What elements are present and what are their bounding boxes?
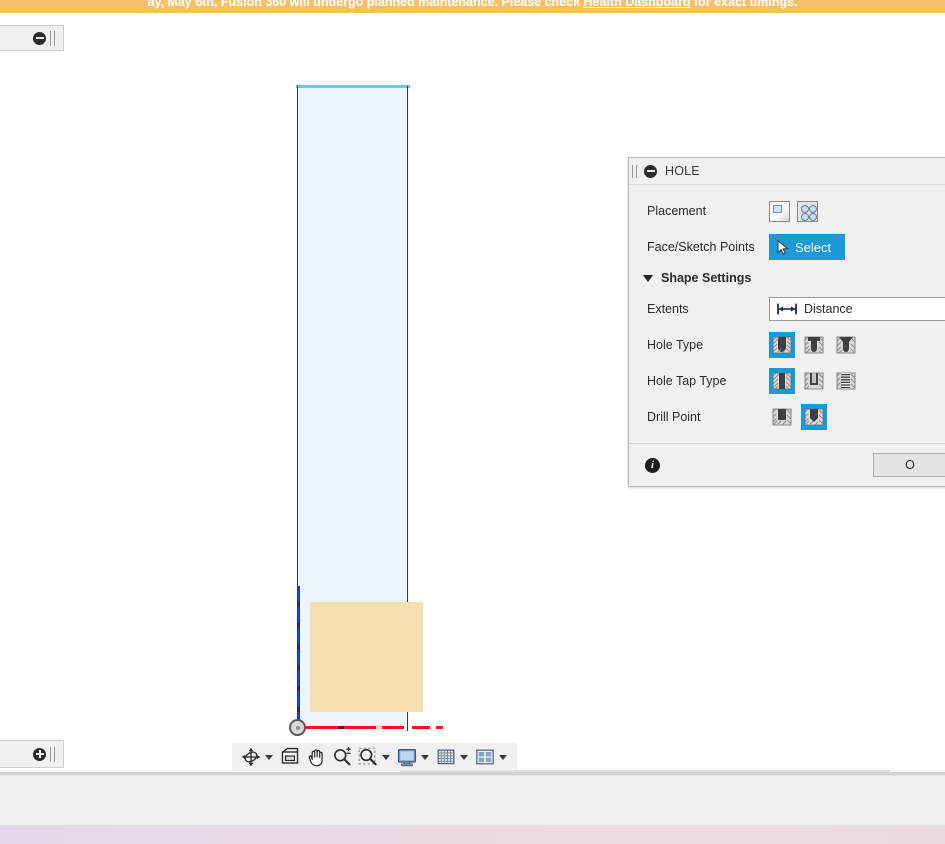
chevron-down-icon[interactable] <box>421 754 429 760</box>
extents-row: Extents Distance <box>629 291 945 327</box>
clearance-tap-icon <box>804 372 824 390</box>
shape-settings-label: Shape Settings <box>661 271 752 285</box>
look-at-icon <box>281 747 299 764</box>
collapse-circle-minus-icon[interactable] <box>644 164 657 178</box>
orbit-icon <box>242 748 260 766</box>
hole-tap-type-label: Hole Tap Type <box>647 374 727 388</box>
drag-grip-icon[interactable] <box>632 164 637 178</box>
drag-grip-icon[interactable] <box>50 30 55 46</box>
drill-point-label: Drill Point <box>647 410 701 424</box>
hole-type-label: Hole Type <box>647 338 704 352</box>
drill-point-row: Drill Point <box>629 399 945 435</box>
face-sketch-points-label: Face/Sketch Points <box>647 240 755 254</box>
hole-dialog[interactable]: HOLE Placement Face/Sketch Points Select… <box>628 157 945 487</box>
navigation-toolbar[interactable] <box>232 743 517 771</box>
browser-panel-stub-bottom[interactable] <box>0 740 64 768</box>
point-dot-icon <box>801 204 809 213</box>
look-at-tool[interactable] <box>277 745 303 769</box>
sketch-profile-region[interactable] <box>310 602 423 712</box>
select-button-label: Select <box>795 239 832 255</box>
maintenance-banner: ay, May 6th, Fusion 360 will undergo pla… <box>0 0 945 13</box>
hole-dialog-footer: i O <box>629 443 945 486</box>
cursor-arrow-icon <box>777 239 789 255</box>
tap-type-simple[interactable] <box>769 368 795 394</box>
simple-tap-icon <box>772 372 792 390</box>
grid-icon <box>437 749 455 765</box>
hole-type-countersink[interactable] <box>833 332 859 358</box>
point-dot-icon <box>809 204 817 213</box>
expand-circle-plus-icon[interactable] <box>33 747 46 761</box>
drill-point-options[interactable] <box>769 404 827 430</box>
drill-point-angle[interactable] <box>801 404 827 430</box>
collapse-circle-minus-icon[interactable] <box>33 31 46 45</box>
viewports[interactable] <box>472 745 511 769</box>
hole-type-simple[interactable] <box>769 332 795 358</box>
extents-value: Distance <box>804 302 853 316</box>
health-dashboard-link[interactable]: Health Dashboard <box>584 0 691 9</box>
chevron-down-icon[interactable] <box>643 274 653 282</box>
highlighted-top-edge[interactable] <box>296 85 410 88</box>
angled-drill-point-icon <box>804 408 824 426</box>
chevron-down-icon[interactable] <box>499 754 507 760</box>
placement-row: Placement <box>629 193 945 229</box>
distance-measure-icon <box>777 303 797 315</box>
extents-dropdown[interactable]: Distance <box>769 297 945 321</box>
chevron-down-icon[interactable] <box>382 754 390 760</box>
pan-tool[interactable] <box>303 745 329 769</box>
x-axis[interactable] <box>300 726 443 729</box>
placement-options[interactable] <box>769 200 818 222</box>
placement-single-face[interactable] <box>769 200 790 222</box>
select-button[interactable]: Select <box>769 234 845 260</box>
info-icon[interactable]: i <box>645 457 660 473</box>
point-dot-icon <box>801 212 809 221</box>
viewports-icon <box>476 749 494 765</box>
hand-pan-icon <box>308 749 323 767</box>
banner-text-after: for exact timings. <box>690 0 798 9</box>
hole-dialog-header[interactable]: HOLE <box>629 158 945 185</box>
magnifier-plus-minus-icon <box>334 747 351 766</box>
chevron-down-icon[interactable] <box>265 754 273 760</box>
zoom-window-tool[interactable] <box>355 745 394 769</box>
hole-type-row: Hole Type <box>629 327 945 363</box>
tap-type-tapped[interactable] <box>833 368 859 394</box>
zoom-tool[interactable] <box>329 745 355 769</box>
face-sketch-points-row: Face/Sketch Points Select <box>629 229 945 265</box>
hole-dialog-body: Placement Face/Sketch Points Select Shap… <box>629 185 945 437</box>
simple-hole-icon <box>772 336 792 354</box>
y-axis[interactable] <box>297 586 300 729</box>
countersink-hole-icon <box>836 336 856 354</box>
browser-panel-stub-top[interactable] <box>0 25 64 51</box>
banner-text-before: ay, May 6th, Fusion 360 will undergo pla… <box>147 0 584 9</box>
hole-tap-type-row: Hole Tap Type <box>629 363 945 399</box>
chevron-down-icon[interactable] <box>460 754 468 760</box>
bottom-panel <box>0 775 945 825</box>
flat-drill-point-icon <box>772 408 792 426</box>
display-settings[interactable] <box>394 745 433 769</box>
ok-button-label: O <box>905 458 915 472</box>
shape-settings-section[interactable]: Shape Settings <box>629 265 945 291</box>
drill-point-flat[interactable] <box>769 404 795 430</box>
tapped-hole-icon <box>836 372 856 390</box>
monitor-icon <box>397 748 417 767</box>
tap-type-clearance[interactable] <box>801 368 827 394</box>
desktop-wallpaper-strip <box>0 825 945 844</box>
extents-label: Extents <box>647 302 689 316</box>
point-dot-icon <box>809 212 817 221</box>
counterbore-hole-icon <box>804 336 824 354</box>
placement-label: Placement <box>647 204 707 218</box>
origin-point-icon[interactable] <box>289 719 306 736</box>
hole-type-options[interactable] <box>769 332 859 358</box>
magnifier-marquee-icon <box>358 747 377 766</box>
hole-type-counterbore[interactable] <box>801 332 827 358</box>
orbit-tool[interactable] <box>238 745 277 769</box>
ok-button[interactable]: O <box>873 453 945 477</box>
hole-tap-type-options[interactable] <box>769 368 859 394</box>
grid-and-snaps[interactable] <box>433 745 472 769</box>
drag-grip-icon[interactable] <box>50 746 55 762</box>
placement-multiple-points[interactable] <box>797 200 818 222</box>
hole-dialog-title: HOLE <box>665 164 700 178</box>
